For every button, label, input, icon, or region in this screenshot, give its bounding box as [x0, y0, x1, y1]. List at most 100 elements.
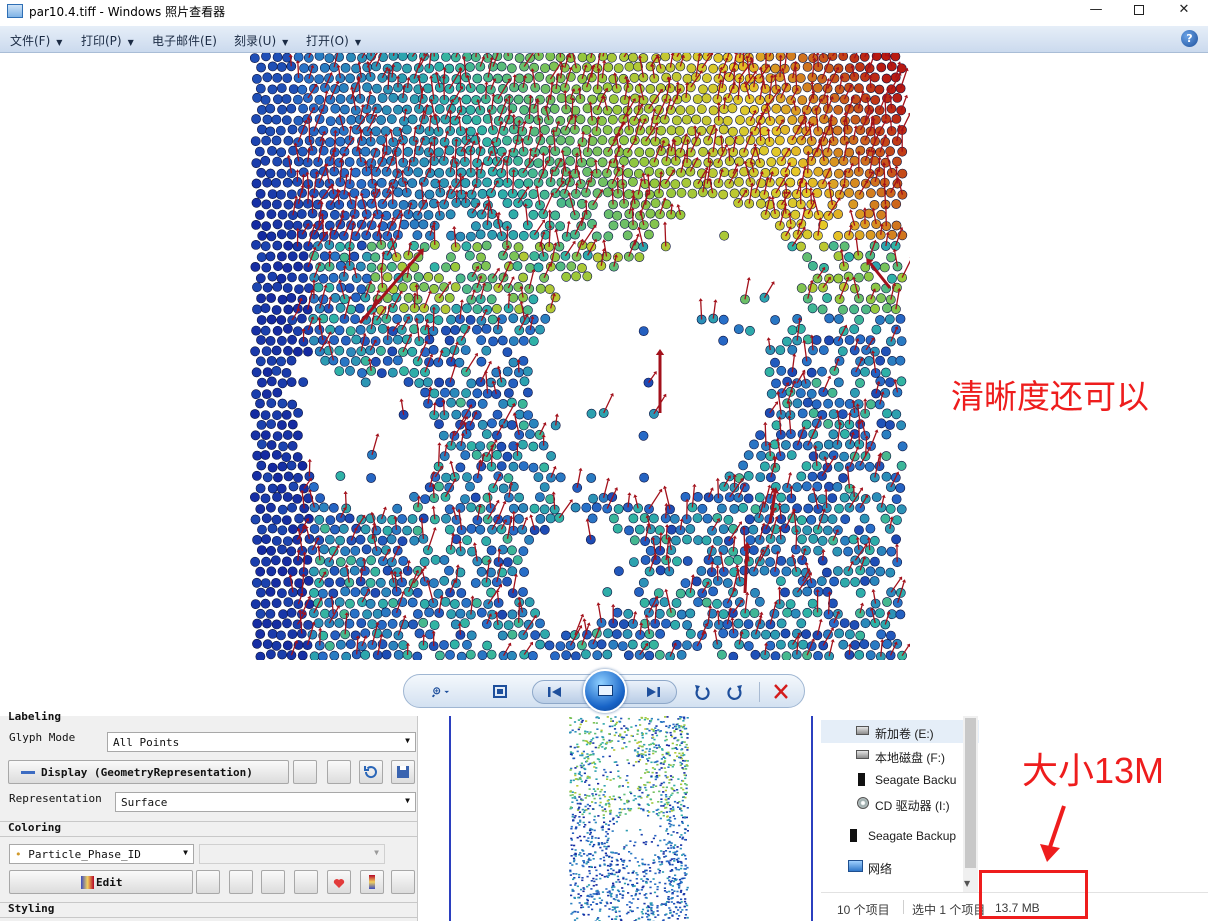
- paste-icon[interactable]: [327, 760, 351, 784]
- thumbnail-particle: [686, 733, 689, 735]
- menu-print[interactable]: 打印(P) ▼: [81, 32, 134, 49]
- arrow-shaft: [817, 54, 819, 68]
- coloring-component-select[interactable]: ▼: [199, 844, 385, 864]
- thumbnail-particle: [622, 848, 626, 850]
- thumbnail-particle: [647, 760, 650, 762]
- particle: [467, 208, 477, 219]
- particle: [792, 398, 803, 409]
- help-icon[interactable]: ?: [1181, 30, 1198, 47]
- particle: [423, 210, 434, 220]
- minimize-button[interactable]: —: [1074, 0, 1118, 22]
- nav-item-seagate-backup[interactable]: Seagate Backup: [821, 824, 979, 847]
- particle: [283, 199, 294, 210]
- nav-item-cd-drive[interactable]: CD 驱动器 (I:): [821, 792, 979, 815]
- copy-icon[interactable]: [293, 760, 317, 784]
- particle: [539, 524, 550, 535]
- particle: [461, 388, 471, 399]
- thumbnail-particle: [655, 725, 658, 727]
- particle: [276, 483, 287, 494]
- particle: [607, 114, 618, 125]
- edit-colormap-button[interactable]: Edit: [9, 870, 193, 894]
- particle: [497, 609, 508, 620]
- particle: [570, 229, 580, 240]
- particle: [570, 210, 580, 221]
- favorite-preset-icon[interactable]: [327, 870, 351, 894]
- menu-burn[interactable]: 刻录(U) ▼: [234, 32, 288, 49]
- nav-item-drive-f[interactable]: 本地磁盘 (F:): [821, 744, 979, 767]
- particle: [434, 104, 445, 114]
- particle: [471, 95, 481, 105]
- edit-scalar-bar-icon[interactable]: [391, 870, 415, 894]
- thumbnail-particle: [606, 716, 609, 718]
- particle: [539, 504, 550, 515]
- particle: [302, 640, 313, 650]
- thumbnail-particle: [569, 745, 572, 748]
- particle: [613, 566, 624, 577]
- particle: [860, 156, 871, 166]
- menu-file[interactable]: 文件(F) ▼: [10, 32, 62, 49]
- particle: [277, 544, 287, 555]
- maximize-button[interactable]: [1117, 0, 1161, 22]
- particle: [276, 273, 287, 284]
- particle: [790, 166, 801, 177]
- save-icon[interactable]: [391, 760, 415, 784]
- particle: [346, 347, 356, 357]
- particle: [271, 365, 282, 376]
- particle: [266, 293, 276, 303]
- particle: [701, 73, 712, 83]
- thumbnail-particle: [644, 843, 647, 846]
- particle: [624, 61, 635, 72]
- coloring-array-select[interactable]: • Particle_Phase_ID ▼: [9, 844, 194, 864]
- nav-item-drive-e[interactable]: 新加卷 (E:): [821, 720, 979, 743]
- scroll-down-icon[interactable]: ▼: [964, 879, 970, 888]
- rescale-range-icon[interactable]: [229, 870, 253, 894]
- particle: [623, 608, 634, 619]
- thumbnail-particle: [608, 892, 612, 894]
- particle: [817, 535, 828, 546]
- rescale-visible-icon[interactable]: [294, 870, 318, 894]
- particle: [687, 188, 698, 199]
- close-button[interactable]: ✕: [1162, 0, 1206, 22]
- particle: [738, 460, 748, 471]
- glyph-mode-select[interactable]: All Points ▼: [107, 732, 416, 752]
- nav-item-network[interactable]: 网络: [821, 855, 979, 878]
- particle: [771, 126, 782, 136]
- thumbnail-particle: [625, 844, 628, 847]
- thumbnail-particle: [643, 875, 646, 878]
- particle: [341, 335, 351, 346]
- thumbnail-particle: [644, 728, 647, 730]
- scalar-bar-icon[interactable]: [360, 870, 384, 894]
- particle: [412, 230, 423, 241]
- particle: [277, 649, 287, 660]
- thumbnail-particle: [655, 774, 658, 777]
- particle: [744, 94, 755, 104]
- particle: [275, 125, 286, 136]
- thumbnail-particle: [579, 723, 582, 726]
- menu-email[interactable]: 电子邮件(E): [152, 32, 217, 49]
- particle: [271, 449, 282, 460]
- thumbnail-particle: [623, 859, 626, 862]
- representation-select[interactable]: Surface ▼: [115, 792, 416, 812]
- particle: [675, 61, 686, 72]
- nav-item-label: 网络: [868, 862, 893, 876]
- reload-icon[interactable]: [359, 760, 383, 784]
- particle: [475, 524, 486, 535]
- display-representation-button[interactable]: Display (GeometryRepresentation): [8, 760, 289, 784]
- particle: [444, 335, 455, 346]
- rescale-custom-icon[interactable]: [261, 870, 285, 894]
- thumbnail-particle: [606, 864, 610, 867]
- particle: [271, 598, 282, 609]
- particle: [398, 556, 409, 566]
- thumbnail-particle: [634, 893, 638, 895]
- thumbnail-particle: [661, 753, 664, 756]
- thumbnail-particle: [641, 858, 644, 861]
- particle: [428, 578, 439, 589]
- choose-preset-icon[interactable]: [196, 870, 220, 894]
- thumbnail-particle: [587, 757, 590, 760]
- thumbnail-particle: [625, 734, 628, 736]
- menu-open[interactable]: 打开(O) ▼: [306, 32, 361, 49]
- nav-item-seagate-drive[interactable]: Seagate Backu: [821, 768, 979, 791]
- thumbnail-particle: [648, 906, 651, 909]
- nav-scrollbar-thumb[interactable]: [965, 718, 976, 868]
- thumbnail-particle: [607, 894, 610, 897]
